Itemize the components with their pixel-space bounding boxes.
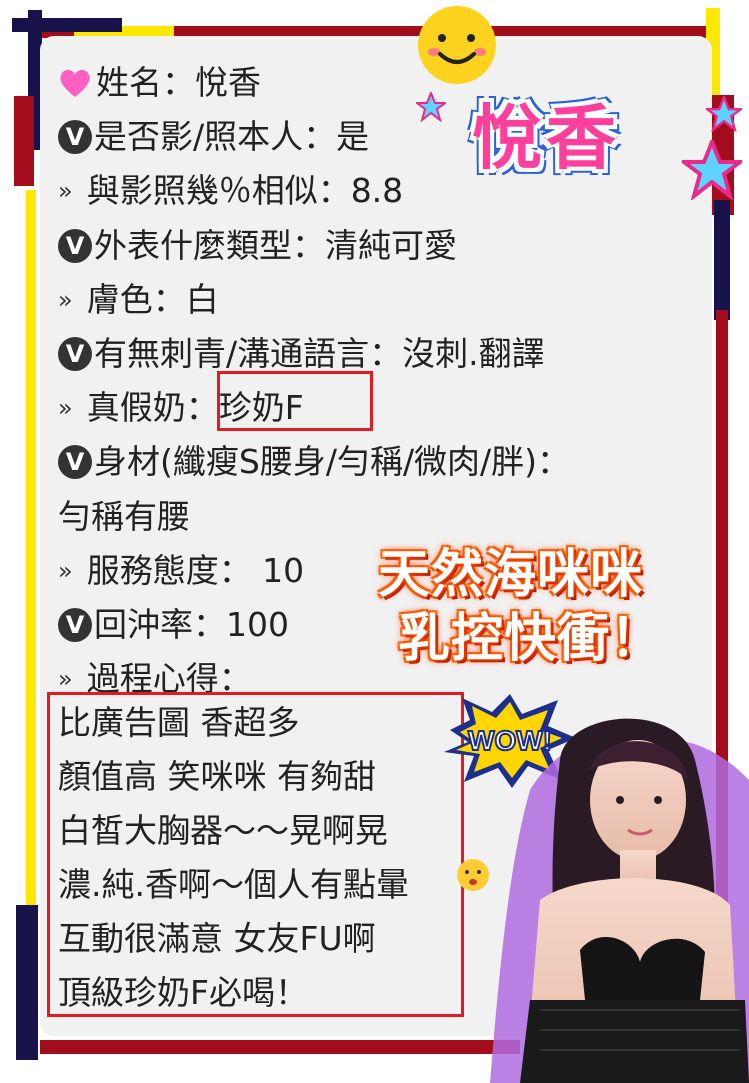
profile-line-text: 身材(纖瘦S腰身/勻稱/微肉/胖)： <box>94 442 571 482</box>
frame-bar-left-yellow <box>26 190 36 910</box>
double-chevron-icon: » <box>58 177 73 206</box>
list-item: V 身材(纖瘦S腰身/勻稱/微肉/胖)： <box>58 435 658 489</box>
promo-line-2: 乳控快衝！ <box>398 609 664 669</box>
v-bullet-icon: V <box>58 607 92 642</box>
review-box <box>47 692 464 1017</box>
highlight-box <box>217 371 373 431</box>
v-bullet-icon: V <box>58 228 92 263</box>
profile-line-text: 是否影/照本人：是 <box>94 117 370 157</box>
list-item: » 膚色：白 <box>58 273 658 327</box>
list-item: » 與影照幾％相似：8.8 <box>58 164 658 218</box>
profile-line-text: 外表什麼類型：清純可愛 <box>94 225 457 265</box>
frame-bar-left-red <box>14 96 34 186</box>
list-item: V 是否影/照本人：是 <box>58 110 658 164</box>
frame-bar-right-navy <box>714 200 730 320</box>
profile-line-text: 服務態度： 10 <box>86 550 305 590</box>
v-bullet-icon: V <box>58 120 92 155</box>
frame-bar-bottom-red <box>40 1040 520 1054</box>
profile-line-text: 姓名：悅香 <box>96 63 261 102</box>
profile-line-text: 勻稱有腰 <box>58 496 190 536</box>
v-bullet-icon: V <box>58 445 92 480</box>
double-chevron-icon: » <box>58 556 73 585</box>
profile-line-text: 與影照幾％相似：8.8 <box>86 171 404 211</box>
frame-bar-left-navy-bottom <box>16 905 38 1060</box>
list-item: V 外表什麼類型：清純可愛 <box>58 219 658 273</box>
list-item: 姓名：悅香 <box>58 56 658 110</box>
heart-icon <box>60 70 90 98</box>
star-icon <box>682 140 742 200</box>
double-chevron-icon: » <box>58 285 73 314</box>
profile-line-text: 膚色：白 <box>86 279 219 319</box>
model-photo <box>490 718 749 1083</box>
star-icon <box>706 96 742 132</box>
profile-line-text: 回沖率：100 <box>94 604 289 644</box>
v-bullet-icon: V <box>58 337 92 372</box>
double-chevron-icon: » <box>58 394 73 423</box>
